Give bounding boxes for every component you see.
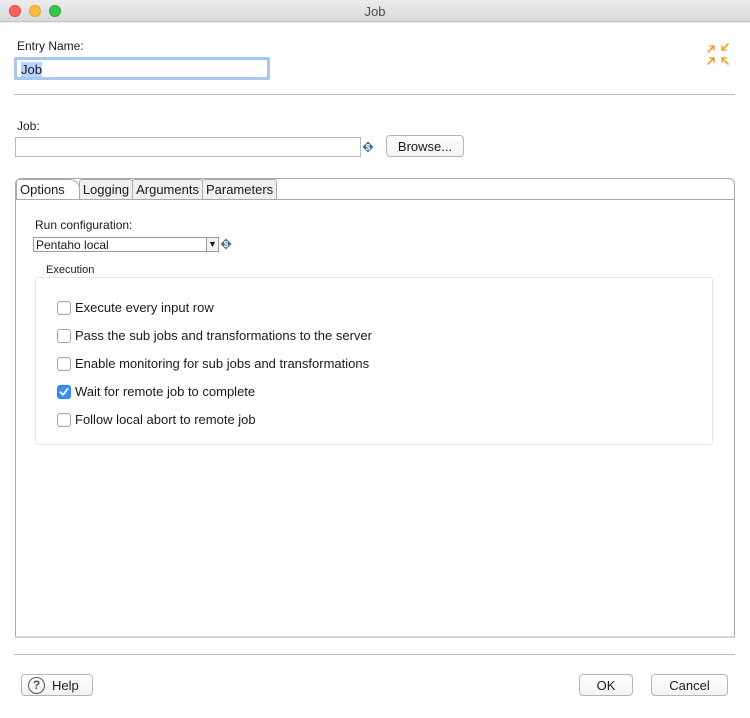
ok-button[interactable]: OK	[579, 674, 633, 696]
tab-strip: Options Logging Arguments Parameters	[16, 179, 278, 199]
checkbox-label: Wait for remote job to complete	[75, 384, 256, 399]
variable-dollar-icon: $	[220, 238, 232, 250]
help-label: Help	[52, 677, 79, 693]
run-configuration-select[interactable]: Pentaho local ▼	[33, 237, 219, 252]
help-circle-icon: ?	[28, 676, 45, 694]
execution-group-label: Execution	[46, 264, 95, 276]
expand-collapse-icon	[707, 43, 729, 65]
chevron-down-icon[interactable]: ▼	[206, 238, 218, 251]
job-label: Job:	[17, 119, 40, 133]
checkbox[interactable]	[57, 300, 71, 315]
tab-panel-bottom-edge	[15, 636, 735, 638]
tab-arguments[interactable]: Arguments	[132, 179, 203, 199]
run-configuration-value: Pentaho local	[36, 238, 109, 252]
help-button[interactable]: ? Help	[21, 674, 93, 696]
checkbox-wait-for-remote-job[interactable]: Wait for remote job to complete	[57, 384, 255, 399]
title-bar: Job	[0, 0, 750, 22]
checkbox-follow-local-abort[interactable]: Follow local abort to remote job	[57, 412, 256, 427]
svg-text:$: $	[366, 143, 371, 152]
checkmark-icon	[59, 387, 69, 396]
divider	[14, 654, 735, 655]
checkbox[interactable]	[57, 412, 71, 427]
cancel-button[interactable]: Cancel	[651, 674, 728, 696]
tab-strip-divider	[16, 199, 734, 200]
run-configuration-label: Run configuration:	[35, 218, 133, 232]
entry-name-input[interactable]: Job	[14, 57, 270, 80]
tab-parameters[interactable]: Parameters	[201, 179, 278, 199]
checkbox-label: Execute every input row	[75, 300, 214, 315]
job-dialog: Job Entry Name: Job Job: $ Browse... Opt…	[0, 0, 750, 718]
divider	[14, 94, 735, 95]
entry-name-value: Job	[21, 62, 42, 77]
checkbox-pass-sub-jobs[interactable]: Pass the sub jobs and transformations to…	[57, 328, 372, 343]
checkbox-label: Follow local abort to remote job	[75, 412, 256, 427]
checkbox-label: Enable monitoring for sub jobs and trans…	[75, 356, 370, 371]
svg-text:$: $	[224, 240, 229, 249]
checkbox-execute-every-input-row[interactable]: Execute every input row	[57, 300, 214, 315]
browse-button[interactable]: Browse...	[386, 135, 464, 157]
checkbox-enable-monitoring[interactable]: Enable monitoring for sub jobs and trans…	[57, 356, 369, 371]
checkbox[interactable]	[57, 356, 71, 371]
checkbox[interactable]	[57, 328, 71, 343]
job-path-input[interactable]	[15, 137, 361, 157]
tab-logging[interactable]: Logging	[78, 179, 134, 199]
window-title: Job	[364, 4, 386, 19]
checkbox-checked[interactable]	[57, 384, 71, 399]
checkbox-label: Pass the sub jobs and transformations to…	[75, 328, 372, 343]
tab-options[interactable]: Options	[16, 179, 80, 199]
dialog-content: Entry Name: Job Job: $ Browse... Options…	[0, 23, 750, 718]
variable-dollar-icon: $	[362, 141, 374, 153]
entry-name-label: Entry Name:	[17, 39, 84, 53]
